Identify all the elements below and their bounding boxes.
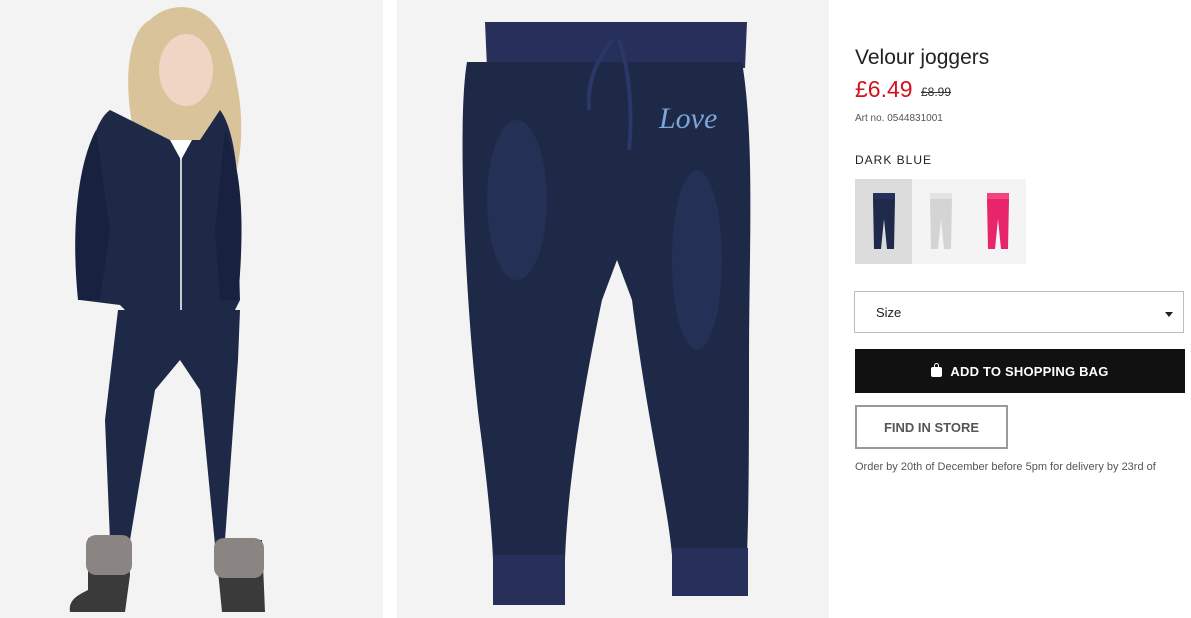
delivery-note: Order by 20th of December before 5pm for… (855, 461, 1156, 473)
size-select[interactable]: Size (854, 291, 1184, 333)
joggers-illustration: Love (397, 0, 829, 618)
product-title: Velour joggers (855, 46, 990, 69)
shopping-bag-icon (931, 363, 943, 377)
original-price: £8.99 (921, 85, 952, 99)
size-select-label: Size (876, 305, 902, 320)
swatch-light-grey[interactable] (912, 179, 969, 264)
swatch-dark-blue[interactable] (855, 179, 912, 264)
product-photo[interactable]: Love (397, 0, 829, 618)
swatch-pink[interactable] (969, 179, 1026, 264)
color-swatches (855, 179, 1026, 264)
chevron-down-icon (1165, 312, 1173, 317)
model-photo[interactable] (0, 0, 383, 618)
model-illustration (0, 0, 383, 618)
add-to-bag-button[interactable]: ADD TO SHOPPING BAG (855, 349, 1185, 393)
swatch-pink-thumbnail (986, 192, 1009, 249)
love-print-text: Love (658, 102, 717, 135)
swatch-light-grey-thumbnail (929, 192, 952, 249)
current-price: £6.49 (855, 76, 913, 102)
find-in-store-button[interactable]: FIND IN STORE (855, 405, 1008, 449)
swatch-dark-blue-thumbnail (872, 192, 895, 249)
selected-color-name: DARK BLUE (855, 153, 933, 167)
article-number: Art no. 0544831001 (855, 113, 943, 124)
add-to-bag-label: ADD TO SHOPPING BAG (950, 363, 1109, 379)
